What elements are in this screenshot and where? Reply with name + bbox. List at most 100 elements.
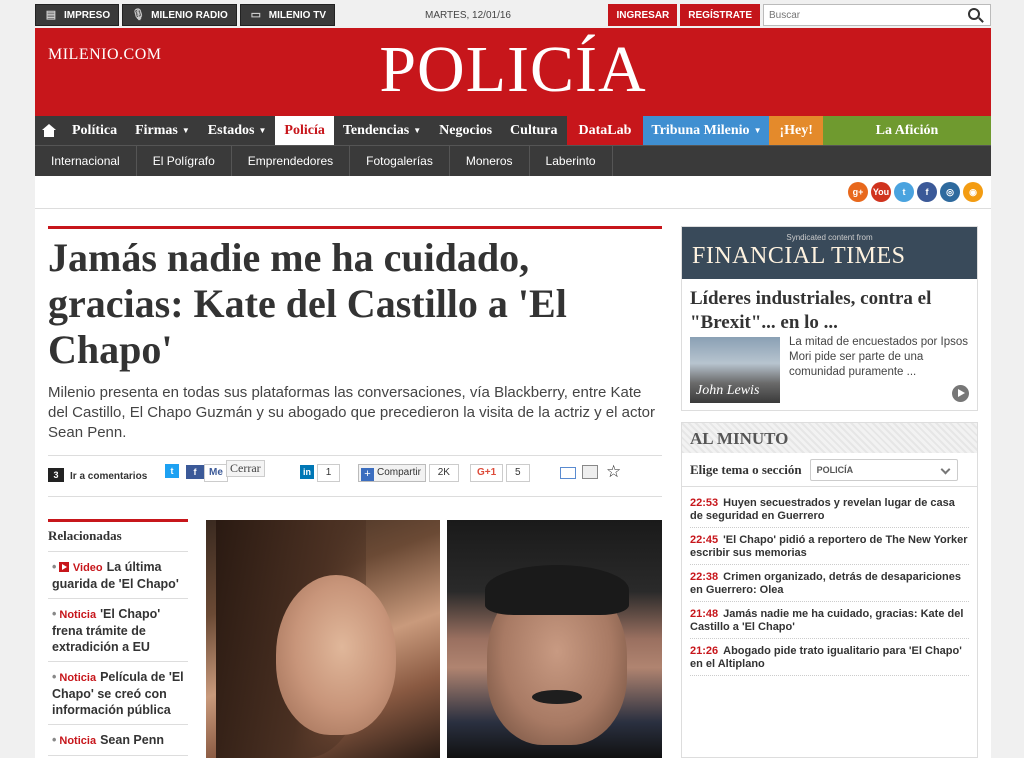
login-button[interactable]: INGRESAR — [608, 4, 678, 26]
ft-headline[interactable]: Líderes industriales, contra el "Brexit"… — [682, 279, 977, 335]
bullet: • — [52, 670, 57, 684]
al-minuto-item[interactable]: 21:48 Jamás nadie me ha cuidado, gracias:… — [690, 602, 969, 639]
email-icon[interactable] — [560, 467, 576, 479]
nav-item-5[interactable]: Negocios — [430, 116, 501, 145]
social-icon-0[interactable]: g+ — [848, 182, 868, 202]
masthead: POLICÍA MILENIO.COM — [35, 28, 991, 116]
nav-item-10[interactable]: La Afición — [822, 116, 991, 145]
nav-item-3[interactable]: Policía — [275, 116, 334, 145]
subnav-item-2[interactable]: Emprendedores — [232, 146, 351, 176]
tv-icon: ▭ — [250, 9, 261, 21]
bullet: • — [52, 733, 57, 747]
ft-logo[interactable]: FINANCIAL TIMES — [692, 243, 906, 270]
gplus-share[interactable]: G+1 5 — [470, 464, 530, 482]
linkedin-share[interactable]: in 1 — [300, 464, 341, 482]
related-item[interactable]: • Noticia Película de 'El Chapo' se creó c… — [48, 662, 188, 725]
related-news: Relacionadas • Video La última guarida de… — [48, 519, 188, 756]
twitter-share[interactable]: t — [165, 464, 179, 478]
facebook-share[interactable]: f Me — [186, 464, 228, 482]
al-minuto-text: Huyen secuestrados y revelan lugar de ca… — [690, 497, 955, 522]
comments-link[interactable]: Ir a comentarios — [70, 471, 147, 482]
chevron-down-icon: ▼ — [753, 126, 762, 135]
section-dropdown-value: POLICÍA — [816, 464, 854, 475]
close-popup[interactable]: Cerrar — [226, 460, 265, 477]
gplus-count: 5 — [505, 464, 530, 482]
social-icon-1[interactable]: You — [871, 182, 891, 202]
impreso-button[interactable]: ▤ IMPRESO — [35, 4, 120, 26]
search-icon[interactable] — [968, 8, 980, 20]
article-rule — [48, 226, 662, 229]
share-label: Compartir — [377, 467, 421, 478]
nav-item-2[interactable]: Estados ▼ — [199, 116, 276, 145]
social-icon-5[interactable]: ◉ — [963, 182, 983, 202]
top-bar: ▤ IMPRESO 🎙 MILENIO RADIO ▭ MILENIO TV MART… — [35, 2, 991, 28]
related-list: • Video La última guarida de 'El Chapo' • N… — [48, 552, 188, 756]
site-logo[interactable]: MILENIO.COM — [48, 46, 162, 64]
al-minuto-text: Jamás nadie me ha cuidado, gracias: Kate… — [690, 608, 964, 633]
nav-item-label: Estados — [207, 122, 255, 138]
milenio-radio-button[interactable]: 🎙 MILENIO RADIO — [122, 4, 237, 26]
search-box — [763, 4, 991, 26]
nav-item-9[interactable]: ¡Hey! — [769, 116, 823, 145]
share-bar: 3 Ir a comentarios t f Me Cerrar in 1 + Co… — [48, 455, 662, 497]
al-minuto-time: 22:45 — [690, 534, 719, 546]
related-item[interactable]: • Noticia Sean Penn — [48, 725, 188, 756]
search-input[interactable] — [764, 5, 954, 26]
video-icon — [59, 562, 70, 572]
comment-icon[interactable]: 3 — [48, 468, 64, 482]
chevron-down-icon: ▼ — [413, 126, 422, 135]
social-icon-4[interactable]: ◎ — [940, 182, 960, 202]
top-links: ▤ IMPRESO 🎙 MILENIO RADIO ▭ MILENIO TV — [35, 4, 336, 26]
al-minuto-text: Crimen organizado, detrás de desaparicio… — [690, 571, 961, 596]
article-summary: Milenio presenta en todas sus plataforma… — [48, 384, 655, 441]
al-minuto-title: AL MINUTO — [682, 423, 977, 453]
nav-item-4[interactable]: Tendencias ▼ — [334, 116, 430, 145]
related-item[interactable]: • Video La última guarida de 'El Chapo' — [48, 552, 188, 599]
ft-header: Syndicated content from FINANCIAL TIMES — [682, 227, 977, 279]
subnav-item-5[interactable]: Laberinto — [530, 146, 613, 176]
al-minuto-item[interactable]: 22:45 'El Chapo' pidió a reportero de The… — [690, 528, 969, 565]
star-icon[interactable]: ☆ — [606, 462, 621, 482]
social-icon-2[interactable]: t — [894, 182, 914, 202]
nav-item-label: Tendencias — [342, 122, 410, 138]
nav-item-0[interactable]: Política — [63, 116, 126, 145]
nav-item-7[interactable]: DataLab — [566, 116, 644, 145]
main-nav: Política Firmas ▼ Estados ▼ Policía Tendencias… — [35, 116, 991, 145]
share-button[interactable]: + Compartir 2K — [358, 464, 459, 482]
subnav-item-0[interactable]: Internacional — [35, 146, 137, 176]
register-button[interactable]: REGÍSTRATE — [680, 4, 760, 26]
home-icon — [42, 124, 56, 137]
nav-item-6[interactable]: Cultura — [501, 116, 566, 145]
related-item[interactable]: • Noticia 'El Chapo' frena trámite de extr… — [48, 599, 188, 662]
print-icon[interactable] — [582, 465, 598, 479]
section-selector: Elige tema o sección POLICÍA — [682, 453, 977, 487]
subnav-item-1[interactable]: El Polígrafo — [137, 146, 232, 176]
section-dropdown[interactable]: POLICÍA — [809, 458, 958, 481]
subnav-item-4[interactable]: Moneros — [450, 146, 530, 176]
nav-item-label: La Afición — [875, 122, 939, 138]
related-tag: Noticia — [59, 672, 97, 684]
article-headline: Jamás nadie me ha cuidado, gracias: Kate… — [48, 235, 567, 372]
subnav-item-3[interactable]: Fotogalerías — [350, 146, 450, 176]
divider — [35, 208, 991, 209]
nav-item-8[interactable]: Tribuna Milenio ▼ — [643, 116, 770, 145]
radio-label: MILENIO RADIO — [151, 9, 228, 21]
play-icon[interactable] — [952, 385, 969, 402]
photo-detail — [485, 565, 629, 615]
chevron-down-icon — [940, 464, 951, 474]
al-minuto-item[interactable]: 22:38 Crimen organizado, detrás de desapa… — [690, 565, 969, 602]
facebook-icon: f — [186, 465, 204, 479]
al-minuto-item[interactable]: 22:53 Huyen secuestrados y revelan lugar … — [690, 491, 969, 528]
kate-del-castillo-photo — [206, 520, 440, 758]
al-minuto-time: 21:48 — [690, 608, 719, 620]
section-title: POLICÍA — [379, 33, 647, 106]
ft-image[interactable]: John Lewis — [690, 337, 780, 403]
al-minuto-text: 'El Chapo' pidió a reportero de The New … — [690, 534, 968, 559]
nav-item-1[interactable]: Firmas ▼ — [126, 116, 199, 145]
home-button[interactable] — [35, 116, 63, 145]
sub-nav: Internacional El Polígrafo Emprendedores Fo… — [35, 145, 991, 176]
social-icon-3[interactable]: f — [917, 182, 937, 202]
milenio-tv-button[interactable]: ▭ MILENIO TV — [239, 4, 336, 26]
ft-summary: La mitad de encuestados por Ipsos Mori p… — [789, 336, 969, 378]
al-minuto-item[interactable]: 21:26 Abogado pide trato igualitario para… — [690, 639, 969, 676]
